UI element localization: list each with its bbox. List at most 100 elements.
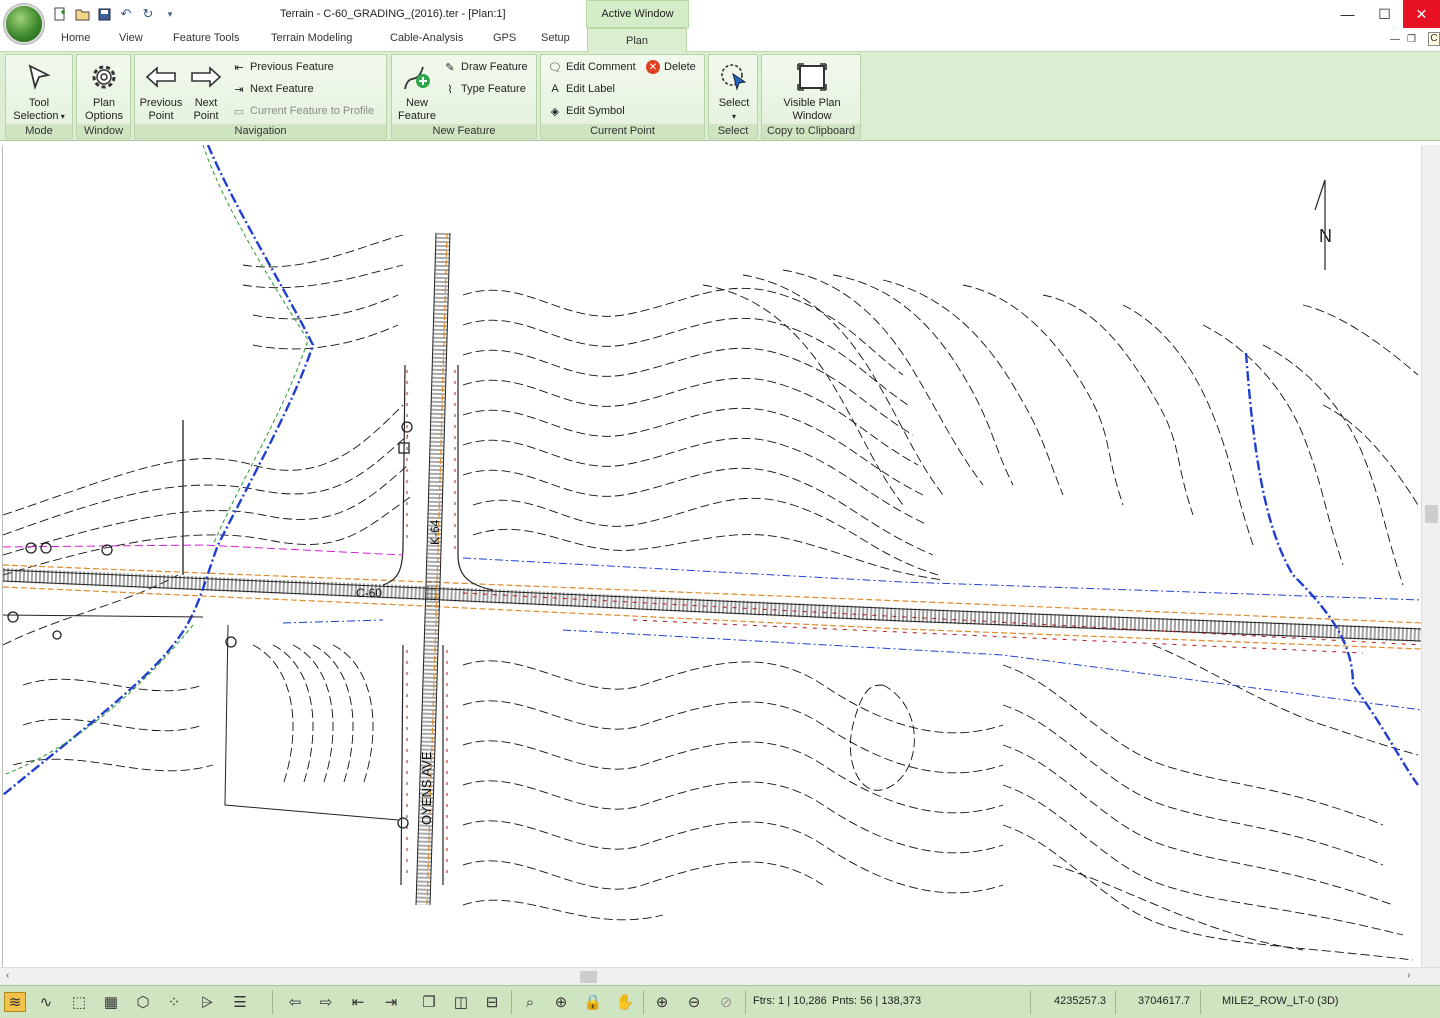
- next-point-button[interactable]: Next Point: [185, 57, 227, 123]
- scroll-right-icon[interactable]: ›: [1407, 970, 1410, 981]
- tab-feature-tools[interactable]: Feature Tools: [173, 32, 239, 44]
- new-feature-button[interactable]: New Feature: [394, 57, 440, 123]
- current-feature-to-profile-button[interactable]: ▭ Current Feature to Profile: [232, 104, 374, 118]
- open-folder-icon[interactable]: [72, 5, 92, 23]
- zoom-extents-icon[interactable]: ⊘: [715, 992, 737, 1012]
- grid-icon[interactable]: ▦: [100, 992, 122, 1012]
- drainage-lines[interactable]: [3, 145, 1419, 796]
- tab-view[interactable]: View: [119, 32, 143, 44]
- quick-access-toolbar: ↶ ↻ ▾: [50, 5, 180, 23]
- horizontal-scroll-thumb[interactable]: [580, 971, 597, 983]
- status-bar: ≋ ∿ ⬚ ▦ ⬡ ⁘ ⩥ ☰ ⇦ ⇨ ⇤ ⇥ ❐ ◫ ⊟ ⌕ ⊕ 🔒 ✋ ⊕ …: [0, 985, 1440, 1018]
- select-label: Select: [718, 97, 750, 109]
- north-label: N: [1319, 226, 1332, 246]
- group-current-point: 🗨 Edit Comment ✕ Delete A Edit Label ◈ E…: [540, 54, 705, 139]
- minimize-icon[interactable]: —: [1329, 0, 1366, 28]
- easting-coordinate: 3704617.7: [1138, 995, 1190, 1007]
- polygon-icon[interactable]: ⬡: [132, 992, 154, 1012]
- status-separator: [1030, 990, 1031, 1014]
- cascade-windows-icon[interactable]: ❐: [418, 992, 440, 1012]
- symbol-icon: ◈: [550, 105, 560, 118]
- delete-button[interactable]: ✕ Delete: [646, 60, 696, 74]
- app-logo-icon[interactable]: [4, 4, 44, 44]
- zoom-out-icon[interactable]: ⊖: [683, 992, 705, 1012]
- next-feature-button[interactable]: ⇥ Next Feature: [232, 82, 313, 96]
- edit-symbol-label: Edit Symbol: [566, 105, 625, 117]
- utility-symbols: [7, 420, 413, 829]
- layers-icon[interactable]: ☰: [229, 992, 251, 1012]
- 3d-box-icon[interactable]: ⬚: [68, 992, 90, 1012]
- edit-comment-button[interactable]: 🗨 Edit Comment: [548, 60, 636, 74]
- select-button[interactable]: Select ▾: [711, 57, 757, 123]
- plan-options-button[interactable]: Plan Options: [79, 57, 129, 123]
- edit-symbol-button[interactable]: ◈ Edit Symbol: [548, 104, 625, 118]
- group-label-mode: Mode: [6, 124, 72, 138]
- previous-icon[interactable]: ⇦: [284, 992, 306, 1012]
- next-icon[interactable]: ⇨: [315, 992, 337, 1012]
- edit-label-label: Edit Label: [566, 83, 615, 95]
- road-c60[interactable]: [3, 564, 1421, 654]
- mdi-restore-icon[interactable]: ❐: [1407, 34, 1416, 45]
- draw-feature-button[interactable]: ✎ Draw Feature: [443, 60, 528, 74]
- next-feature-status-icon[interactable]: ⇥: [380, 992, 402, 1012]
- horizontal-scrollbar[interactable]: ‹ ›: [0, 967, 1440, 985]
- previous-feature-icon: ⇤: [234, 61, 244, 74]
- plan-view-canvas[interactable]: N C-60 K-64 OYENS AVE: [2, 145, 1421, 967]
- group-label-select: Select: [709, 124, 757, 138]
- pan-hand-icon[interactable]: ✋: [614, 992, 636, 1012]
- tab-home[interactable]: Home: [61, 32, 90, 44]
- zoom-window-icon[interactable]: ⊕: [550, 992, 572, 1012]
- tile-vertical-icon[interactable]: ◫: [450, 992, 472, 1012]
- close-icon[interactable]: ✕: [1403, 0, 1440, 28]
- previous-point-button[interactable]: Previous Point: [138, 57, 184, 123]
- visible-plan-label-1: Visible Plan: [783, 97, 841, 109]
- delete-label: Delete: [664, 61, 696, 73]
- new-file-icon[interactable]: [50, 5, 70, 23]
- select-cursor-icon: [716, 57, 752, 97]
- new-feature-label-1: New: [405, 97, 428, 109]
- road-label-oyens-ave: OYENS AVE: [419, 751, 434, 825]
- visible-plan-window-button[interactable]: Visible Plan Window: [764, 57, 860, 123]
- vertical-scroll-thumb[interactable]: [1425, 505, 1438, 523]
- new-feature-label-2: Feature: [398, 110, 436, 122]
- edit-label-button[interactable]: A Edit Label: [548, 82, 615, 96]
- tab-gps[interactable]: GPS: [493, 32, 516, 44]
- tab-cable-analysis[interactable]: Cable-Analysis: [390, 32, 463, 44]
- previous-feature-button[interactable]: ⇤ Previous Feature: [232, 60, 333, 74]
- previous-point-label-2: Point: [148, 110, 174, 122]
- undo-icon[interactable]: ↶: [116, 5, 136, 23]
- customize-qat-icon[interactable]: ▾: [160, 5, 180, 23]
- contours-icon[interactable]: ≋: [4, 992, 26, 1012]
- tool-selection-label-1: Tool: [28, 97, 50, 109]
- previous-feature-status-icon[interactable]: ⇤: [347, 992, 369, 1012]
- delete-icon: ✕: [646, 60, 660, 74]
- profile-line-icon[interactable]: ∿: [35, 992, 57, 1012]
- type-feature-button[interactable]: ⌇ Type Feature: [443, 82, 526, 96]
- tab-plan[interactable]: Plan: [587, 28, 687, 52]
- save-icon[interactable]: [94, 5, 114, 23]
- survey-icon[interactable]: ⩥: [196, 992, 218, 1012]
- tool-selection-button[interactable]: Tool Selection ▾: [8, 57, 70, 123]
- road-k64-oyens[interactable]: [382, 232, 494, 906]
- plan-drawing[interactable]: N C-60 K-64 OYENS AVE: [3, 145, 1421, 967]
- capture-window-icon: [794, 57, 830, 97]
- tab-terrain-modeling[interactable]: Terrain Modeling: [271, 32, 352, 44]
- scroll-left-icon[interactable]: ‹: [6, 970, 9, 981]
- points-icon[interactable]: ⁘: [163, 992, 185, 1012]
- zoom-icon[interactable]: ⌕: [519, 992, 541, 1012]
- road-label-c60: C-60: [356, 586, 382, 600]
- vertical-scrollbar[interactable]: [1421, 145, 1440, 967]
- draw-feature-label: Draw Feature: [461, 61, 528, 73]
- maximize-icon[interactable]: ☐: [1366, 0, 1403, 28]
- mdi-minimize-icon[interactable]: —: [1390, 34, 1400, 45]
- tile-horizontal-icon[interactable]: ⊟: [481, 992, 503, 1012]
- zoom-in-icon[interactable]: ⊕: [651, 992, 673, 1012]
- next-feature-icon: ⇥: [234, 83, 244, 96]
- contour-lines: [3, 234, 1419, 961]
- tab-setup[interactable]: Setup: [541, 32, 570, 44]
- tool-selection-label-2: Selection: [13, 110, 59, 122]
- group-select: Select ▾ Select: [708, 54, 758, 139]
- lock-icon[interactable]: 🔒: [582, 992, 604, 1012]
- redo-icon[interactable]: ↻: [138, 5, 158, 23]
- edit-label-icon: A: [551, 83, 559, 95]
